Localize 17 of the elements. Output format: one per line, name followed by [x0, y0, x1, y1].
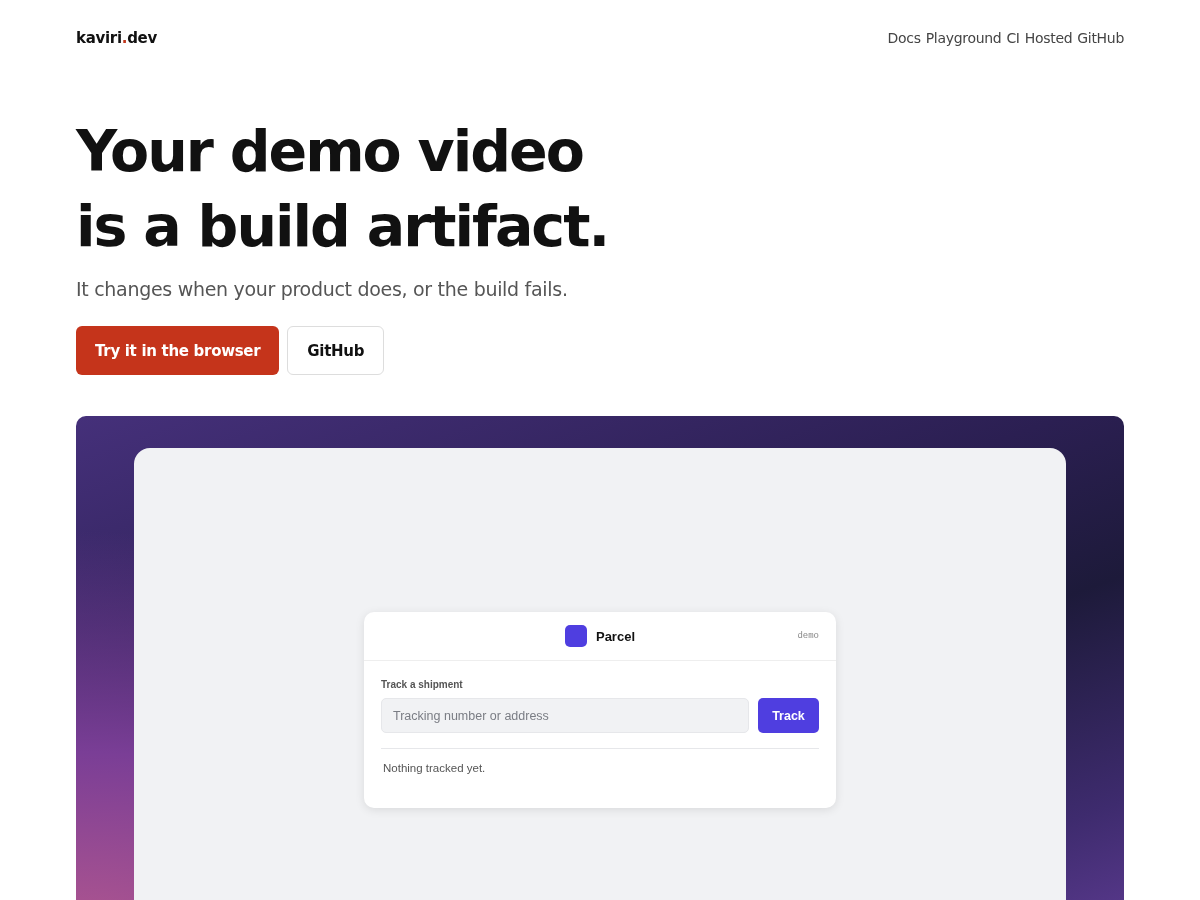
hero-title: Your demo video is a build artifact. [76, 117, 610, 261]
hero-subtitle: It changes when your product does, or the build fails. [76, 278, 569, 300]
app-name: Parcel [595, 628, 635, 644]
app-logo-icon [564, 625, 587, 647]
github-button[interactable]: GitHub [287, 326, 385, 375]
track-button[interactable]: Track [758, 698, 819, 733]
site-logo[interactable]: kaviri.dev [76, 29, 157, 47]
nav-link[interactable]: Docs [887, 30, 921, 46]
field-label: Track a shipment [381, 679, 464, 690]
nav-link[interactable]: GitHub [1077, 30, 1124, 46]
nav-link[interactable]: Playground [925, 30, 1002, 46]
nav-link[interactable]: Hosted [1024, 30, 1073, 46]
demo-label: demo [797, 631, 819, 641]
tracking-input[interactable]: Tracking number or address [381, 698, 749, 733]
empty-message: Nothing tracked yet. [383, 762, 487, 774]
nav-link[interactable]: CI [1006, 30, 1020, 46]
try-button[interactable]: Try it in the browser [76, 326, 280, 375]
